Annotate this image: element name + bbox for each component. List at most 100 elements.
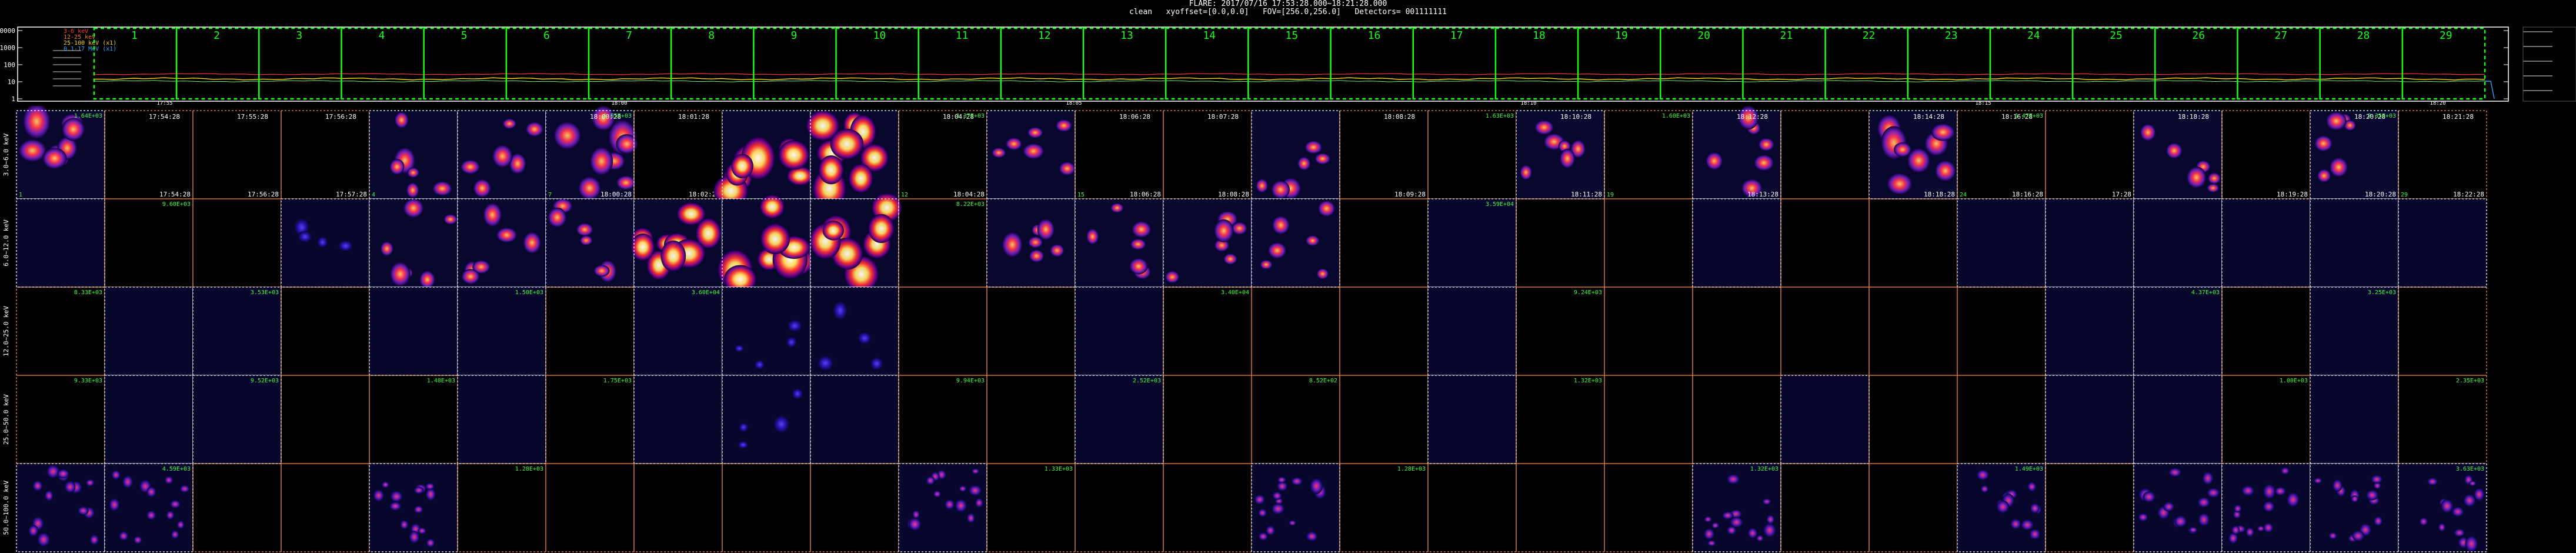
- emission-source: [908, 518, 922, 531]
- time-window-label: 12: [1038, 29, 1051, 42]
- emission-source: [2352, 530, 2365, 541]
- emission-source: [1291, 477, 1303, 485]
- cell-index: 7: [548, 192, 552, 198]
- emission-source: [1037, 219, 1055, 241]
- emission-source: [2245, 527, 2254, 537]
- y-tick-label: 100: [4, 61, 15, 69]
- cell-peak-value: 1.00E+03: [2280, 378, 2308, 384]
- emission-source: [1766, 515, 1775, 524]
- cell-end-time: 18:18:28: [1924, 191, 1955, 198]
- image-cell-border: [1780, 287, 1870, 376]
- time-window-label: 23: [1945, 29, 1958, 42]
- emission-source: [2143, 491, 2155, 502]
- emission-source: [593, 265, 610, 277]
- cell-peak-value: 1.64E+03: [74, 113, 102, 119]
- cell-index: 24: [1960, 192, 1967, 198]
- cell-end-time: 18:08:28: [1218, 191, 1249, 198]
- cell-start-time: 18:18:28: [2178, 113, 2209, 121]
- time-window-label: 26: [2192, 29, 2205, 42]
- emission-source: [1086, 228, 1099, 245]
- emission-source: [955, 499, 967, 512]
- time-window-label: 24: [2027, 29, 2040, 42]
- emission-source: [1002, 232, 1023, 258]
- emission-source: [1520, 165, 1532, 180]
- emission-source: [1029, 249, 1045, 262]
- energy-band-label: 3.0~6.0 keV: [2, 133, 10, 176]
- emission-source: [1931, 124, 1955, 141]
- emission-source: [492, 145, 513, 168]
- emission-source: [18, 139, 46, 162]
- image-cell-border: [1339, 375, 1429, 464]
- emission-source: [1996, 500, 2010, 514]
- emission-source: [382, 481, 389, 488]
- energy-band-label: 25.0~50.0 keV: [2, 394, 10, 445]
- cell-index: 15: [1077, 192, 1085, 198]
- emission-source: [2469, 481, 2477, 487]
- emission-source: [413, 487, 424, 494]
- emission-source: [2438, 523, 2445, 532]
- emission-source: [2241, 485, 2254, 496]
- emission-source: [418, 527, 426, 534]
- emission-source: [1722, 511, 1734, 519]
- image-cell-border: [1780, 110, 1870, 199]
- image-cell-border: [1692, 375, 1781, 464]
- emission-source: [578, 176, 601, 200]
- emission-source: [2371, 475, 2383, 484]
- emission-source: [146, 510, 156, 520]
- y-tick-label: 10000: [0, 27, 15, 35]
- image-cell-border: [281, 463, 370, 552]
- image-cell-border: [1163, 463, 1252, 552]
- image-cell-border: [104, 198, 193, 288]
- image-cell-border: [2398, 110, 2487, 199]
- emission-source: [2263, 501, 2275, 512]
- emission-source: [1935, 160, 1956, 182]
- cell-peak-value: 1.28E+03: [515, 466, 543, 472]
- cell-peak-value: 2.52E+03: [1133, 378, 1161, 384]
- image-cell-border: [1604, 375, 1693, 464]
- emission-source: [1266, 525, 1275, 535]
- emission-source: [1730, 517, 1743, 528]
- emission-source: [2027, 482, 2037, 492]
- emission-source: [792, 388, 803, 399]
- emission-source: [975, 498, 983, 508]
- cell-peak-value: 3.40E+04: [1221, 289, 1249, 296]
- emission-source: [1165, 271, 1180, 284]
- image-background: [1428, 199, 1516, 287]
- emission-source: [2168, 468, 2181, 477]
- emission-source: [78, 506, 89, 515]
- time-window-label: 11: [956, 29, 969, 42]
- emission-source: [419, 271, 435, 289]
- cell-peak-value: 8.52E+02: [1309, 378, 1337, 384]
- emission-source: [1110, 203, 1124, 213]
- time-window-label: 29: [2440, 29, 2452, 42]
- emission-source: [1887, 173, 1913, 195]
- cell-end-time: 17:56:28: [248, 191, 279, 198]
- cell-index: 12: [901, 192, 908, 198]
- y-tick-label: 1000: [0, 44, 15, 52]
- cell-peak-value: 1.75E+03: [603, 378, 632, 384]
- image-cell-border: [192, 463, 282, 552]
- emission-source: [1223, 253, 1237, 265]
- emission-source: [959, 485, 967, 492]
- cell-peak-value: 8.33E+03: [74, 289, 102, 296]
- cell-peak-value: 3.59E+04: [1486, 201, 1514, 208]
- emission-source: [1056, 119, 1072, 132]
- image-cell-border: [986, 375, 1076, 464]
- emission-source: [171, 530, 179, 539]
- emission-source: [759, 195, 785, 219]
- emission-source: [390, 491, 403, 502]
- emission-source: [778, 140, 810, 170]
- emission-source: [317, 236, 328, 248]
- emission-source: [409, 531, 420, 544]
- emission-source: [2140, 124, 2156, 141]
- emission-source: [912, 510, 920, 519]
- cell-peak-value: 1.33E+03: [1045, 466, 1073, 472]
- image-cell-border: [1339, 198, 1429, 288]
- cell-end-time: 17:57:28: [336, 191, 367, 198]
- time-window-label: 9: [790, 29, 797, 42]
- image-background: [1693, 111, 1781, 199]
- emission-source: [2465, 535, 2478, 552]
- emission-source: [2189, 527, 2198, 533]
- image-cell-border: [545, 375, 635, 464]
- emission-source: [760, 223, 790, 255]
